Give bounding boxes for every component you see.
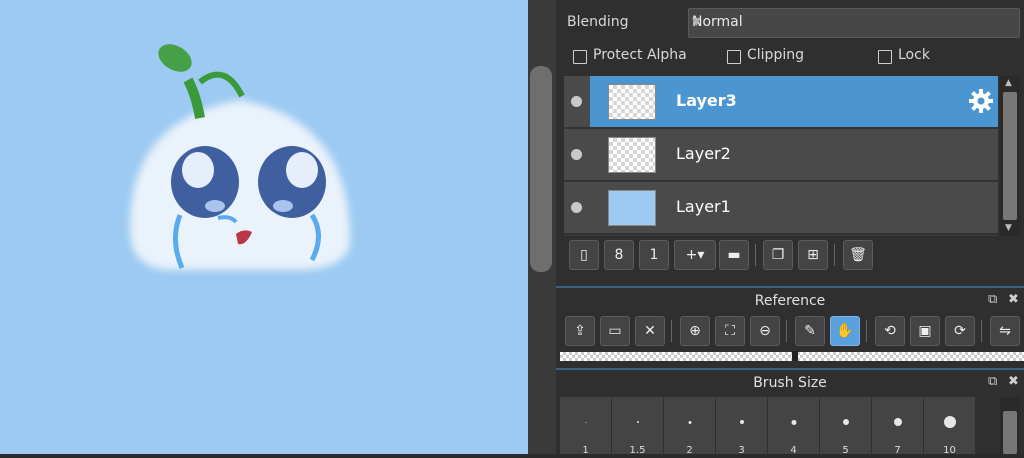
brush-scroll-thumb[interactable] [1003, 411, 1017, 454]
brush-size-grid: 1 1.5 2 3 4 5 7 10 [560, 397, 976, 456]
layer-thumbnail [608, 84, 656, 120]
sprout-character [129, 44, 350, 270]
protect-alpha-checkbox[interactable] [573, 50, 587, 64]
brush-size-cell[interactable]: 3 [716, 397, 768, 456]
open-folder-icon[interactable]: ▭ [600, 316, 630, 346]
new-1bit-layer-icon[interactable]: 1 [639, 240, 669, 270]
hand-icon[interactable]: ✋ [830, 316, 860, 346]
brush-size-cell[interactable]: 4 [768, 397, 820, 456]
visibility-toggle-icon[interactable] [571, 96, 582, 107]
upload-icon[interactable]: ⇪ [565, 316, 595, 346]
slider-knob[interactable] [792, 351, 798, 361]
brush-size-cell[interactable]: 10 [924, 397, 976, 456]
popout-icon[interactable]: ⧉ [988, 292, 997, 308]
brush-size-value: 1.5 [629, 445, 646, 456]
chevron-down-icon: ▼ [692, 15, 701, 28]
toolbar-divider [981, 320, 982, 342]
layer-thumbnail [608, 190, 656, 226]
brush-size-cell[interactable]: 2 [664, 397, 716, 456]
brush-size-value: 1 [582, 445, 589, 456]
brush-size-cell[interactable]: 5 [820, 397, 872, 456]
layer-name: Layer3 [676, 91, 737, 110]
reference-panel-header: Reference ⧉ ✖ [556, 286, 1024, 314]
new-8bit-layer-icon[interactable]: 8 [604, 240, 634, 270]
brush-size-value: 5 [842, 445, 849, 456]
brush-size-value: 2 [686, 445, 693, 456]
canvas-scroll-thumb[interactable] [530, 66, 552, 272]
rotate-right-icon[interactable]: ⟳ [945, 316, 975, 346]
merge-layer-icon[interactable]: ⊞ [798, 240, 828, 270]
new-layer-icon[interactable]: ▯ [569, 240, 599, 270]
toolbar-divider [834, 244, 835, 266]
brush-size-title: Brush Size [753, 375, 827, 391]
drawing-canvas[interactable] [0, 0, 528, 454]
close-icon[interactable]: ✖ [1008, 292, 1019, 308]
brush-size-scrollbar[interactable] [1000, 397, 1020, 454]
reference-title: Reference [754, 293, 826, 309]
side-panel: Blending Normal ▼ Protect Alpha Clipping… [556, 0, 1024, 456]
toolbar-divider [866, 320, 867, 342]
layer-row-layer1[interactable]: Layer1 [564, 182, 998, 235]
duplicate-layer-icon[interactable]: ❐ [763, 240, 793, 270]
reference-opacity-slider[interactable] [560, 351, 1024, 361]
reference-toolbar: ⇪ ▭ ✕ ⊕ ⛶ ⊖ ✎ ✋ ⟲ ▣ ⟳ ⇋ [556, 316, 1024, 350]
brush-size-cell[interactable]: 1 [560, 397, 612, 456]
layer-thumbnail [608, 137, 656, 173]
toolbar-divider [755, 244, 756, 266]
add-layer-dropdown-icon[interactable]: +▾ [674, 240, 716, 270]
visibility-toggle-icon[interactable] [571, 149, 582, 160]
clipping-checkbox[interactable] [727, 50, 741, 64]
gear-icon[interactable] [968, 88, 994, 114]
layer-row-layer3[interactable]: Layer3 [564, 76, 998, 129]
toolbar-divider [671, 320, 672, 342]
rotate-left-icon[interactable]: ⟲ [875, 316, 905, 346]
clipping-label: Clipping [747, 47, 804, 63]
protect-alpha-label: Protect Alpha [593, 47, 687, 63]
close-icon[interactable]: ✖ [1008, 374, 1019, 390]
layer-scroll-thumb[interactable] [1003, 92, 1017, 220]
blending-select[interactable]: Normal ▼ [688, 8, 1020, 38]
folder-icon[interactable]: ▬ [719, 240, 749, 270]
blending-label: Blending [567, 14, 629, 30]
layer-name: Layer2 [676, 144, 731, 163]
layer-row-layer2[interactable]: Layer2 [564, 129, 998, 182]
brush-size-value: 4 [790, 445, 797, 456]
trash-icon[interactable]: 🗑 [843, 240, 873, 270]
flip-icon[interactable]: ⇋ [990, 316, 1020, 346]
lock-checkbox[interactable] [878, 50, 892, 64]
fit-screen-icon[interactable]: ⛶ [715, 316, 745, 346]
visibility-toggle-icon[interactable] [571, 202, 582, 213]
brush-size-value: 7 [894, 445, 901, 456]
eyedropper-icon[interactable]: ✎ [795, 316, 825, 346]
zoom-out-icon[interactable]: ⊖ [750, 316, 780, 346]
brush-size-value: 3 [738, 445, 745, 456]
brush-size-panel-header: Brush Size ⧉ ✖ [556, 368, 1024, 396]
fit-frame-icon[interactable]: ▣ [910, 316, 940, 346]
brush-size-cell[interactable]: 7 [872, 397, 924, 456]
lock-label: Lock [898, 47, 930, 63]
layer-name: Layer1 [676, 197, 731, 216]
brush-size-value: 10 [943, 445, 956, 456]
toolbar-divider [786, 320, 787, 342]
layer-toolbar: ▯ 8 1 +▾ ▬ ❐ ⊞ 🗑 [556, 240, 1024, 274]
canvas-scrollbar[interactable] [528, 0, 556, 454]
scroll-down-icon[interactable]: ▼ [1005, 223, 1012, 233]
layer-list-scrollbar[interactable]: ▲ ▼ [1000, 76, 1020, 236]
close-reference-icon[interactable]: ✕ [635, 316, 665, 346]
popout-icon[interactable]: ⧉ [988, 374, 997, 390]
canvas-artwork [129, 44, 350, 270]
brush-size-cell[interactable]: 1.5 [612, 397, 664, 456]
zoom-in-icon[interactable]: ⊕ [680, 316, 710, 346]
scroll-up-icon[interactable]: ▲ [1005, 78, 1012, 88]
layer-list: Layer3 Layer2 Layer1 [564, 76, 998, 236]
